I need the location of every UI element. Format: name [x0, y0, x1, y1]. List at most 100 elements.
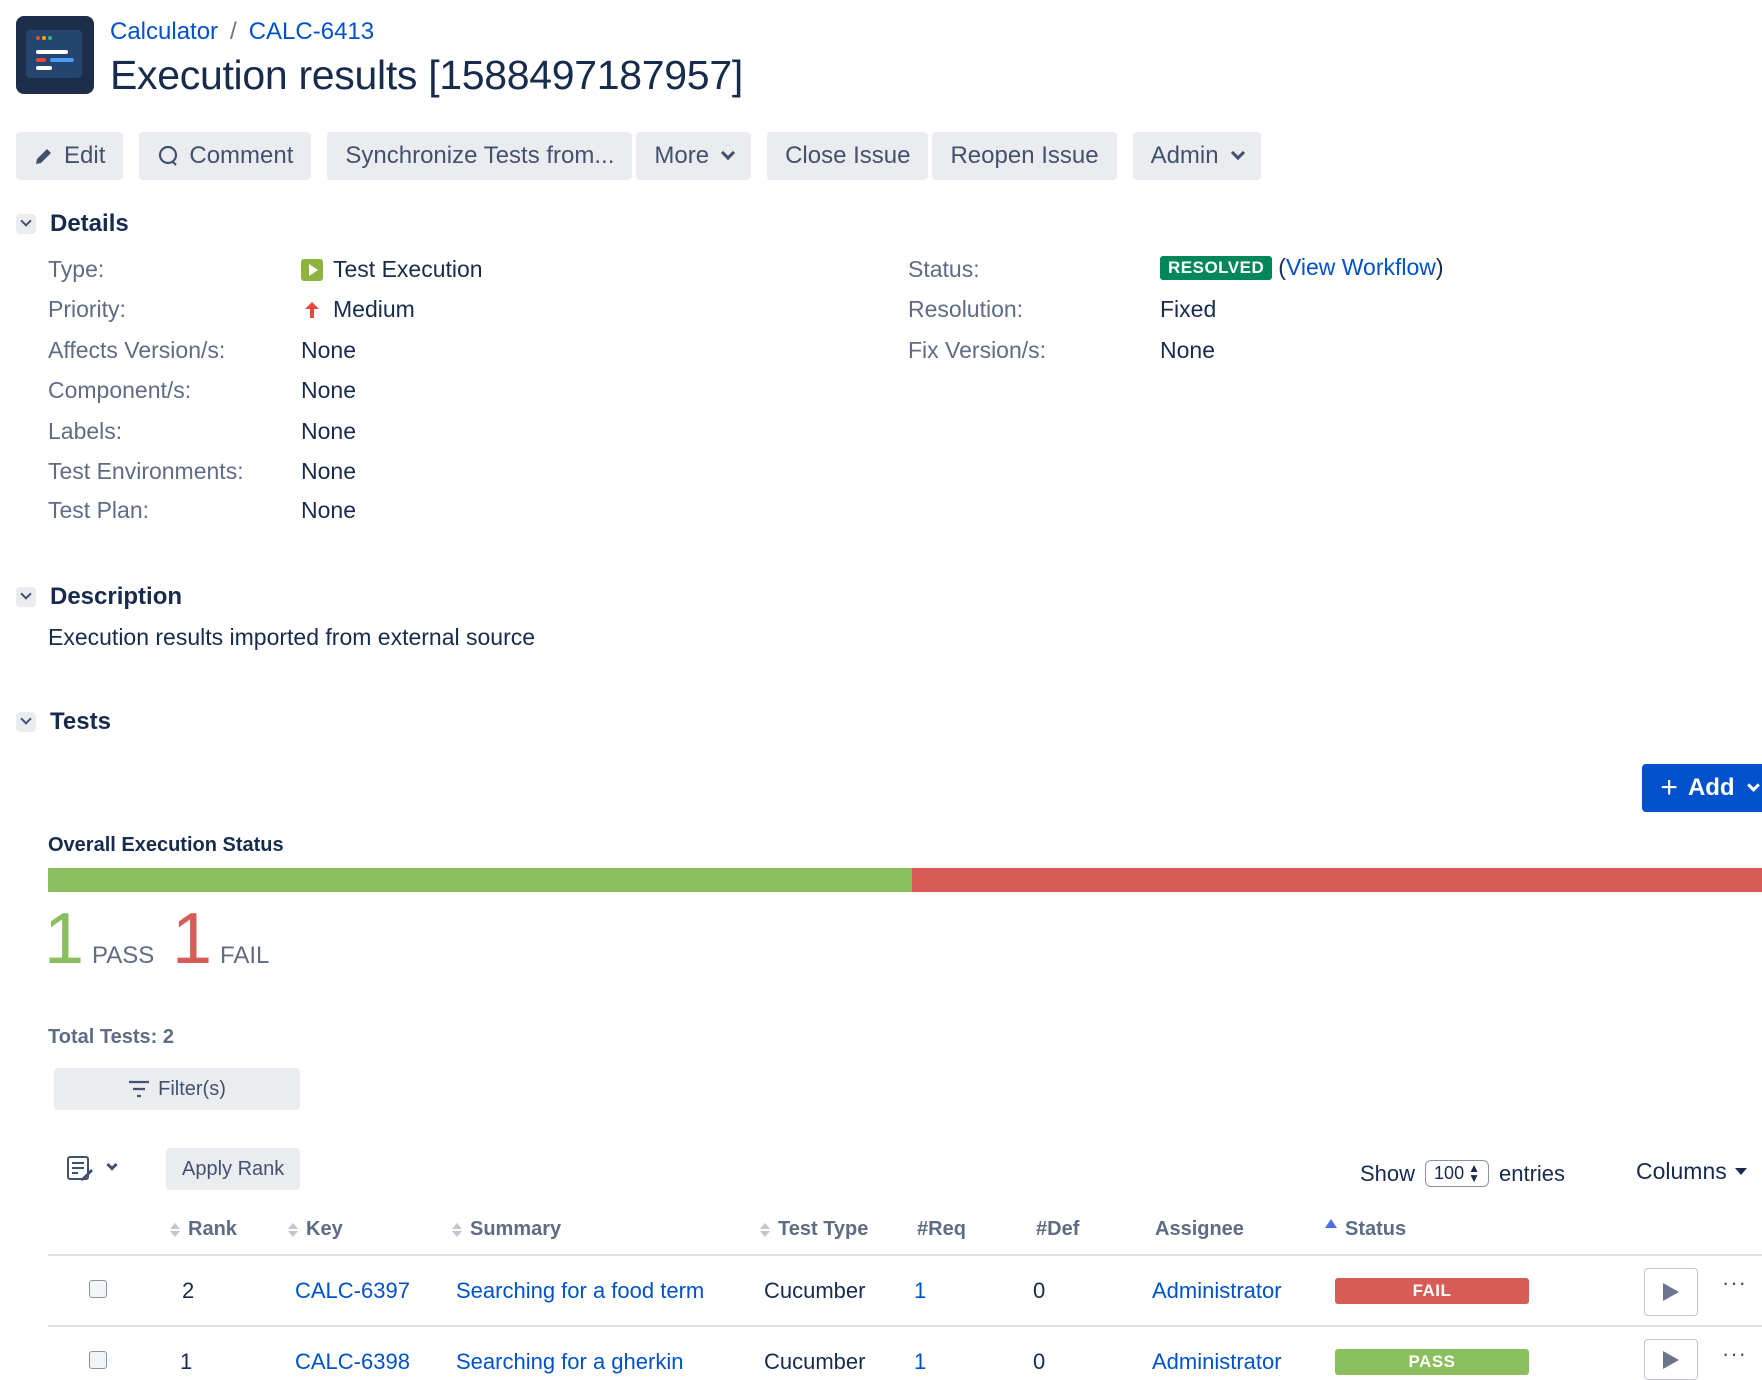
view-workflow-link[interactable]: View Workflow [1286, 254, 1436, 281]
close-issue-button[interactable]: Close Issue [767, 132, 929, 180]
description-heading: Description [50, 583, 183, 610]
sort-icon [452, 1222, 462, 1237]
type-label: Type: [48, 256, 105, 282]
header-status[interactable]: Status [1325, 1218, 1406, 1241]
overall-execution-status-label: Overall Execution Status [48, 834, 284, 856]
more-actions-icon[interactable]: ··· [1722, 1270, 1747, 1296]
breadcrumb-project-link[interactable]: Calculator [110, 18, 218, 46]
filter-button[interactable]: Filter(s) [54, 1068, 300, 1110]
row-test-type: Cucumber [764, 1278, 866, 1303]
synchronize-tests-button[interactable]: Synchronize Tests from... [327, 132, 633, 180]
sort-icon [760, 1222, 770, 1237]
more-actions-icon[interactable]: ··· [1722, 1341, 1747, 1367]
pencil-icon [36, 149, 51, 164]
pass-count: 1 [44, 899, 85, 979]
collapse-toggle-icon[interactable] [16, 587, 36, 607]
affects-version-label: Affects Version/s: [48, 337, 226, 363]
fix-version-value: None [1160, 337, 1215, 363]
header-assignee-label: Assignee [1155, 1218, 1244, 1240]
header-key[interactable]: Key [288, 1218, 343, 1241]
tests-heading: Tests [50, 708, 111, 735]
row-req-link[interactable]: 1 [914, 1349, 926, 1375]
add-tests-button[interactable]: + Add [1642, 764, 1762, 812]
entries-select[interactable]: 100 ▲ ▼ [1425, 1160, 1489, 1187]
more-label: More [654, 142, 710, 169]
project-avatar[interactable] [16, 16, 94, 94]
more-dropdown[interactable]: More [636, 132, 752, 180]
header-summary-label: Summary [470, 1218, 562, 1240]
chevron-down-icon [106, 1159, 118, 1171]
row-key-link[interactable]: CALC-6398 [295, 1349, 410, 1375]
chevron-down-icon [1746, 778, 1760, 792]
row-checkbox[interactable] [89, 1280, 107, 1298]
collapse-toggle-icon[interactable] [16, 712, 36, 732]
row-status-badge: FAIL [1335, 1278, 1529, 1304]
edit-button[interactable]: Edit [16, 132, 124, 180]
labels-label: Labels: [48, 418, 123, 444]
columns-label: Columns [1636, 1158, 1727, 1184]
breadcrumb-issue-link[interactable]: CALC-6413 [249, 18, 374, 46]
row-req-link[interactable]: 1 [914, 1278, 926, 1304]
edit-button-label: Edit [64, 142, 106, 169]
header-key-label: Key [306, 1218, 343, 1240]
collapse-toggle-icon[interactable] [16, 214, 36, 234]
reopen-issue-button[interactable]: Reopen Issue [932, 132, 1117, 180]
priority-value: Medium [301, 296, 415, 323]
status-label: Status: [908, 256, 980, 282]
fix-version-label: Fix Version/s: [908, 337, 1047, 363]
test-environments-label: Test Environments: [48, 458, 244, 484]
close-issue-label: Close Issue [785, 142, 911, 169]
header-summary[interactable]: Summary [452, 1218, 561, 1241]
pass-label: PASS [92, 942, 155, 969]
run-test-button[interactable] [1644, 1339, 1698, 1380]
status-badge: RESOLVED [1160, 255, 1273, 280]
entries-value: 100 [1434, 1163, 1465, 1183]
synchronize-tests-label: Synchronize Tests from... [345, 142, 615, 169]
description-text: Execution results imported from external… [48, 624, 536, 650]
tests-section-header[interactable]: Tests [16, 708, 111, 736]
header-req[interactable]: #Req [917, 1218, 966, 1241]
columns-dropdown[interactable]: Columns [1636, 1158, 1747, 1185]
header-def[interactable]: #Def [1036, 1218, 1079, 1241]
bulk-actions-dropdown[interactable] [66, 1154, 118, 1182]
sort-icon [170, 1222, 180, 1237]
breadcrumb-separator: / [230, 18, 237, 45]
progress-fail-segment [912, 868, 1762, 892]
run-test-button[interactable] [1644, 1268, 1698, 1316]
admin-dropdown[interactable]: Admin [1132, 132, 1261, 180]
execution-progress-bar [48, 868, 1762, 892]
total-tests: Total Tests: 2 [48, 1026, 174, 1048]
caret-down-icon [1734, 1168, 1747, 1175]
table-row: 1 CALC-6398 Searching for a gherkin Cucu… [0, 1327, 1762, 1380]
details-heading: Details [50, 210, 129, 237]
row-assignee-link[interactable]: Administrator [1152, 1278, 1282, 1304]
pass-summary: 1 PASS [44, 898, 154, 980]
apply-rank-button[interactable]: Apply Rank [166, 1148, 301, 1190]
show-label: Show [1360, 1160, 1416, 1186]
progress-pass-segment [48, 868, 912, 892]
fail-count: 1 [172, 899, 213, 979]
row-status-badge: PASS [1335, 1349, 1529, 1375]
header-rank[interactable]: Rank [170, 1218, 237, 1241]
test-plan-value: None [301, 497, 356, 523]
header-test-type[interactable]: Test Type [760, 1218, 868, 1241]
table-row: 2 CALC-6397 Searching for a food term Cu… [0, 1256, 1762, 1326]
row-summary-link[interactable]: Searching for a food term [456, 1278, 704, 1304]
details-section-header[interactable]: Details [16, 210, 129, 238]
priority-value-text: Medium [333, 296, 415, 322]
type-value: Test Execution [301, 256, 483, 283]
header-req-label: #Req [917, 1218, 966, 1240]
row-rank: 2 [182, 1278, 195, 1303]
header-assignee[interactable]: Assignee [1155, 1218, 1244, 1241]
components-value: None [301, 377, 356, 403]
row-assignee-link[interactable]: Administrator [1152, 1349, 1282, 1375]
paren-open: ( [1278, 254, 1286, 280]
comment-button[interactable]: Comment [139, 132, 312, 180]
description-section-header[interactable]: Description [16, 583, 182, 611]
comment-icon [159, 145, 178, 166]
row-checkbox[interactable] [89, 1351, 107, 1369]
breadcrumb: Calculator / CALC-6413 [110, 18, 374, 46]
test-environments-value: None [301, 458, 356, 484]
row-key-link[interactable]: CALC-6397 [295, 1278, 410, 1304]
row-summary-link[interactable]: Searching for a gherkin [456, 1349, 683, 1375]
